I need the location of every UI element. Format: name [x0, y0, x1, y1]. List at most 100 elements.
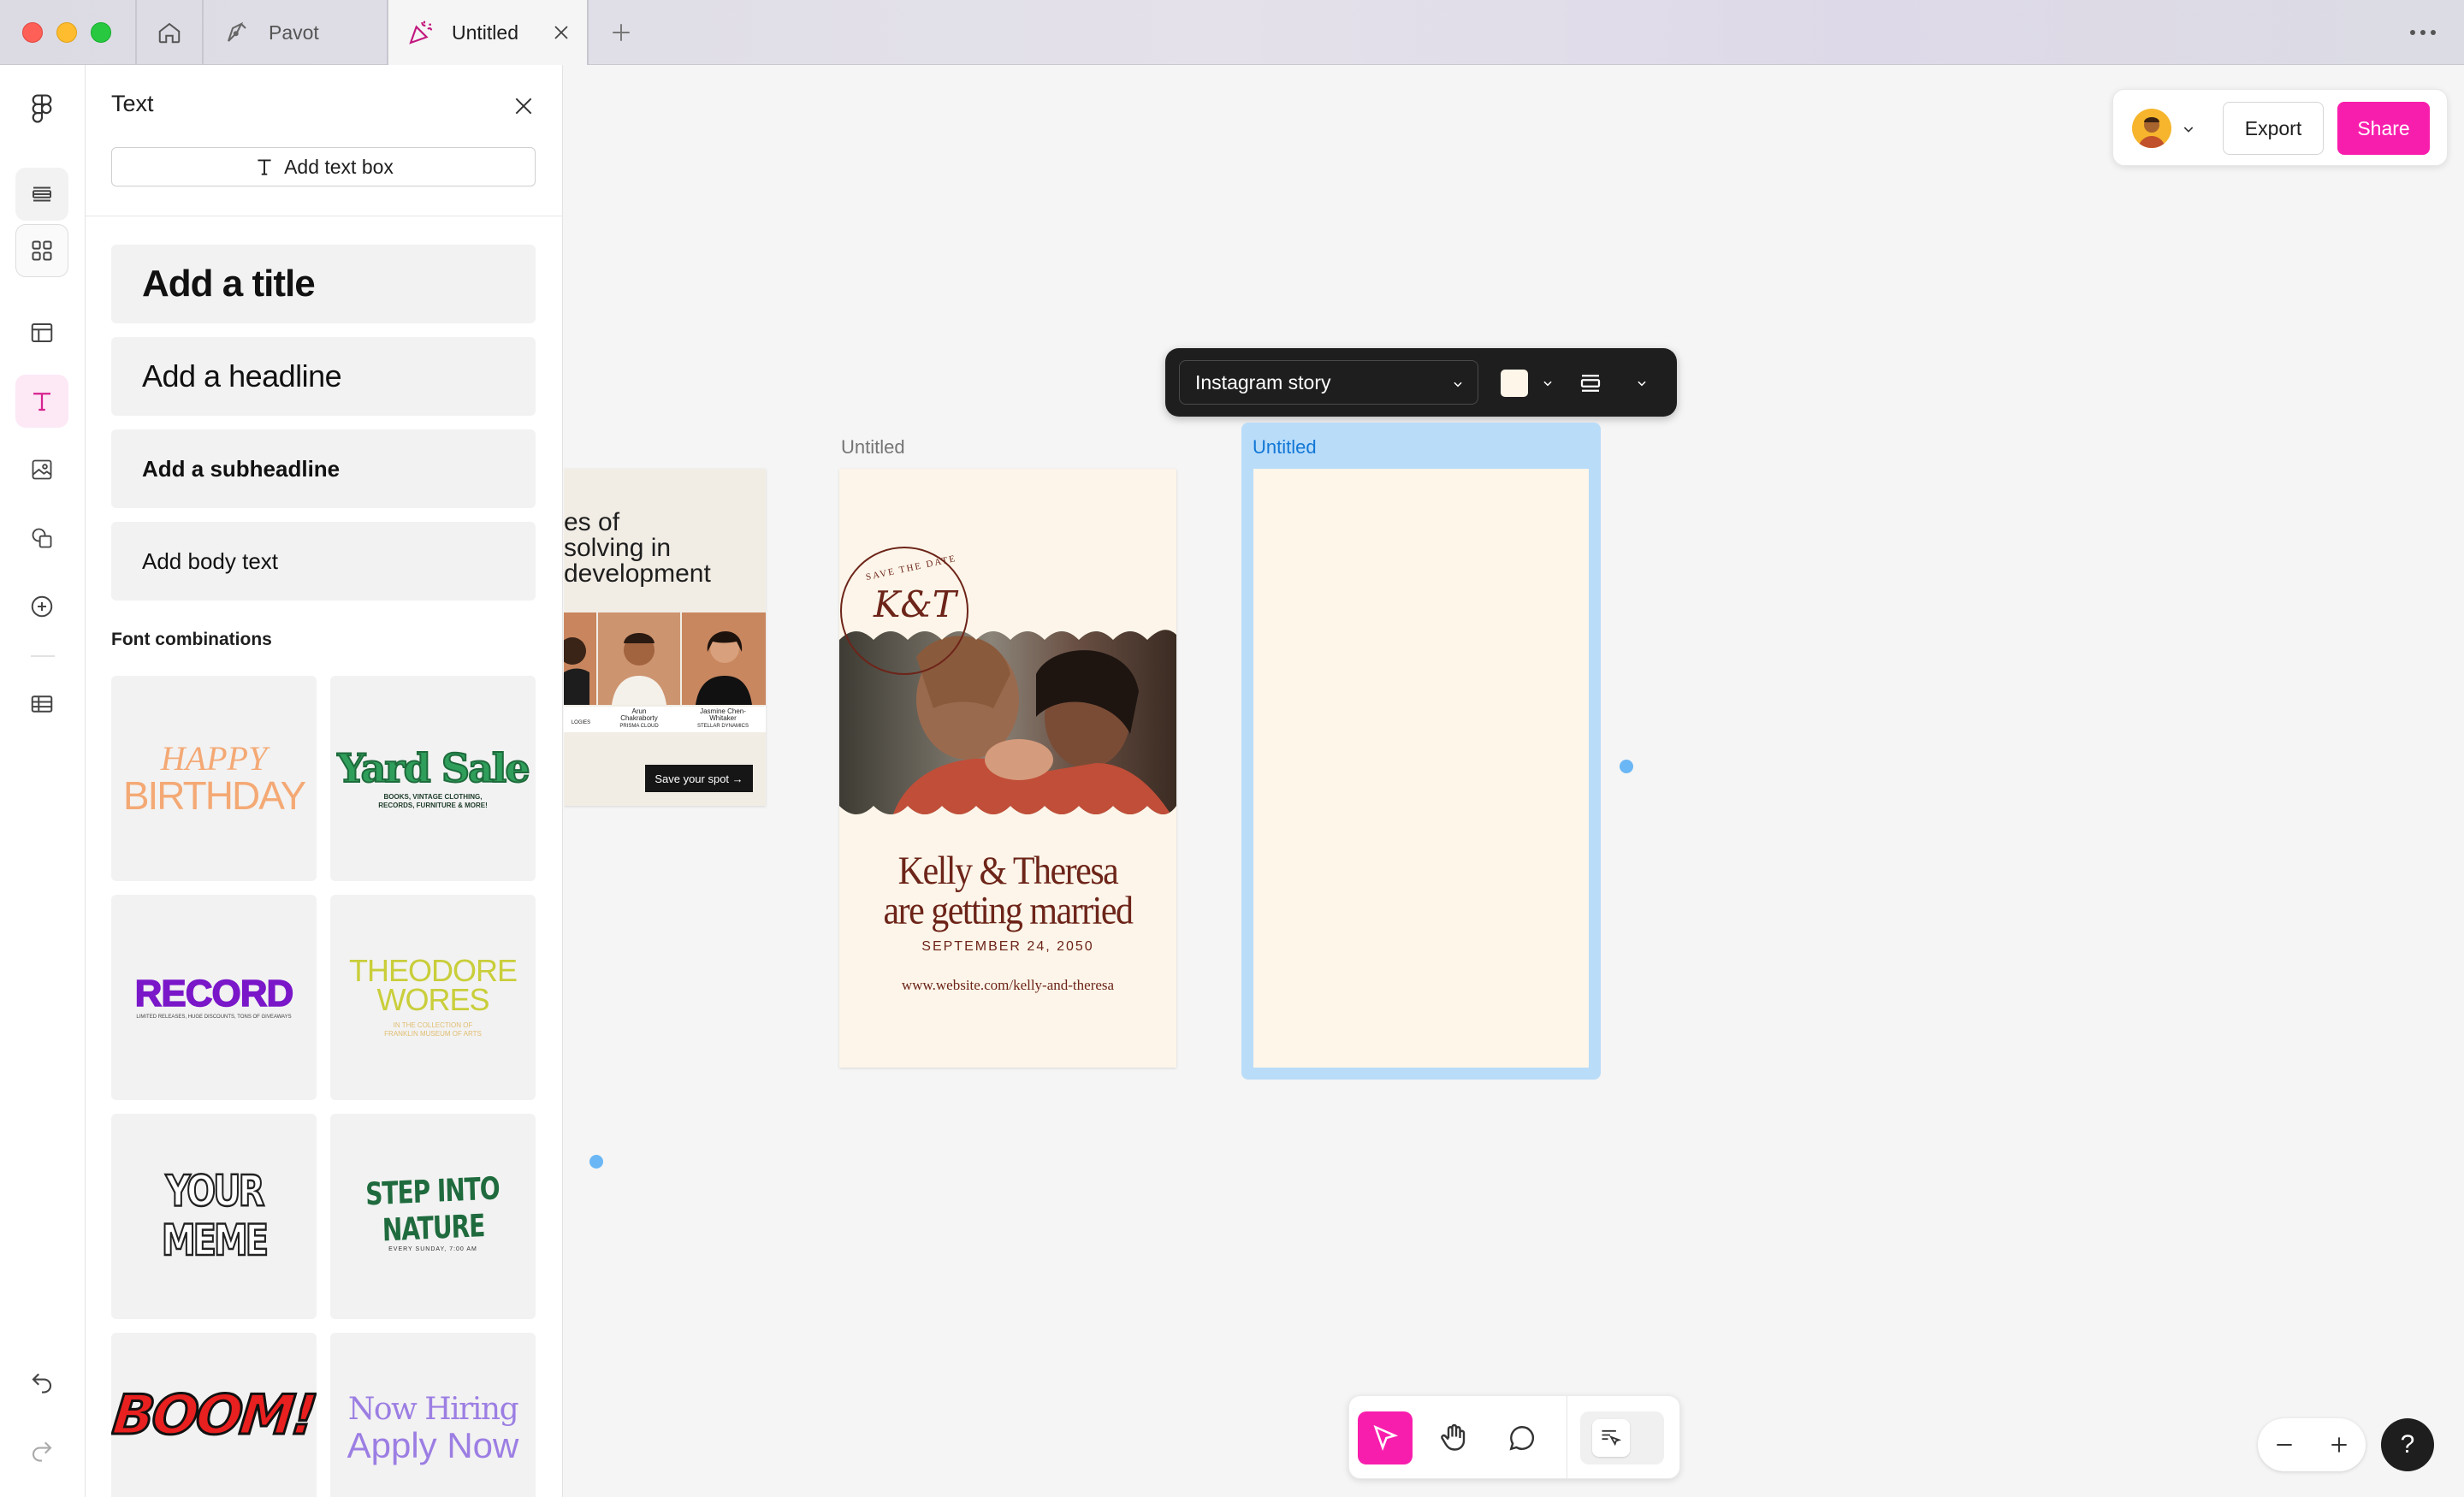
comment-tool-icon: [1509, 1426, 1535, 1451]
combo-text: WORES: [376, 982, 489, 1017]
close-window-button[interactable]: [22, 22, 43, 43]
minimize-window-button[interactable]: [56, 22, 77, 43]
event-heading: es of solving in development: [564, 510, 711, 587]
home-tab[interactable]: [137, 0, 202, 65]
tab-label: Untitled: [452, 21, 518, 44]
combo-text: Apply Now: [346, 1425, 519, 1465]
more-menu-button[interactable]: [2402, 0, 2443, 65]
redo-icon: [33, 1441, 52, 1462]
party-popper-icon: [409, 21, 433, 44]
font-combo-birthday[interactable]: HAPPY BIRTHDAY: [111, 676, 317, 881]
font-combo-yard-sale[interactable]: Yard Sale BOOKS, VINTAGE CLOTHING, RECOR…: [330, 676, 536, 881]
maximize-window-button[interactable]: [91, 22, 111, 43]
text-icon: [33, 393, 50, 411]
font-combo-meme[interactable]: YOUR MEME: [111, 1114, 317, 1319]
move-tool-button[interactable]: [1358, 1411, 1413, 1464]
rail-image-button[interactable]: [15, 443, 68, 496]
frame-preset-value: Instagram story: [1195, 370, 1331, 393]
font-combo-boom[interactable]: BOOM!: [111, 1333, 317, 1497]
text-icon: [258, 159, 271, 175]
avatar[interactable]: [2132, 109, 2171, 148]
frame-preset-select[interactable]: Instagram story: [1179, 360, 1478, 405]
chevron-down-icon[interactable]: [1542, 377, 1554, 389]
save-spot-button[interactable]: Save your spot →: [645, 765, 753, 792]
home-icon: [158, 22, 181, 44]
templates-icon: [31, 323, 53, 342]
left-toolbar: [0, 65, 86, 1497]
close-panel-button[interactable]: [508, 91, 539, 121]
add-body-text-preset[interactable]: Add body text: [111, 522, 536, 601]
hand-tool-icon: [1441, 1423, 1466, 1451]
design-canvas[interactable]: Export Share Instagram story es of solvi…: [564, 65, 2464, 1497]
zoom-in-button[interactable]: [2319, 1425, 2359, 1464]
move-tool-icon: [1373, 1424, 1399, 1452]
frame-label[interactable]: Untitled: [841, 436, 905, 459]
actions-tool-thumb: [1592, 1419, 1630, 1457]
wedding-frame[interactable]: SAVE THE DATE K&T Kelly & Theresa are ge…: [839, 469, 1176, 1068]
chevron-down-icon: [1454, 382, 1462, 388]
rail-shapes-button[interactable]: [15, 512, 68, 565]
main-menu-button[interactable]: [15, 82, 68, 135]
add-text-box-button[interactable]: Add text box: [111, 147, 536, 186]
event-heading-line: development: [564, 559, 711, 588]
person-photo-icon: [682, 612, 766, 705]
text-panel: Text Add text box Add a title Add a head…: [86, 65, 563, 1497]
add-subheadline-preset[interactable]: Add a subheadline: [111, 429, 536, 508]
hand-tool-button[interactable]: [1426, 1411, 1481, 1464]
tab-untitled[interactable]: Untitled: [388, 0, 587, 65]
zoom-out-button[interactable]: [2265, 1425, 2304, 1464]
window-titlebar: Pavot Untitled: [0, 0, 2464, 65]
rail-text-button[interactable]: [15, 375, 68, 428]
frame-label[interactable]: Untitled: [1253, 436, 1317, 459]
rail-plugins-button[interactable]: [15, 580, 68, 633]
speaker-photos: [564, 612, 766, 705]
tab-label: Pavot: [269, 21, 319, 44]
tab-pavot[interactable]: Pavot: [204, 0, 387, 65]
help-button[interactable]: ?: [2381, 1418, 2434, 1471]
speaker-photo: [598, 612, 680, 705]
frame-resize-handle[interactable]: [589, 1155, 603, 1169]
actions-tool-button[interactable]: [1580, 1411, 1664, 1464]
combo-text: YOUR MEME: [161, 1166, 270, 1267]
add-text-box-label: Add text box: [284, 155, 394, 178]
fill-color-swatch[interactable]: [1501, 370, 1528, 397]
speaker-captions: LOGIES Arun Chakraborty PRISMA CLOUD Jas…: [564, 707, 766, 732]
monogram: K&T: [874, 583, 957, 625]
font-combo-theodore[interactable]: THEODORE WORES IN THE COLLECTION OF FRAN…: [330, 895, 536, 1100]
wedding-date: SEPTEMBER 24, 2050: [921, 939, 1094, 954]
share-button[interactable]: Share: [2337, 102, 2430, 155]
close-icon: [515, 98, 532, 115]
font-combo-hiring[interactable]: Now Hiring Apply Now: [330, 1333, 536, 1497]
rail-divider: [31, 655, 55, 657]
chevron-down-icon[interactable]: [1636, 377, 1648, 389]
speaker-role: PRISMA CLOUD: [619, 724, 659, 729]
add-title-preset[interactable]: Add a title: [111, 245, 536, 323]
plus-icon: [613, 24, 630, 41]
frame-resize-handle[interactable]: [1620, 760, 1633, 773]
export-button[interactable]: Export: [2223, 102, 2324, 155]
redo-button[interactable]: [15, 1423, 68, 1476]
undo-button[interactable]: [15, 1355, 68, 1408]
rail-assets-button[interactable]: [15, 224, 68, 277]
layout-align-icon[interactable]: [1578, 370, 1603, 396]
comment-tool-button[interactable]: [1495, 1411, 1549, 1464]
combo-text: Now Hiring: [347, 1392, 519, 1427]
font-combo-record[interactable]: RECORD LIMITED RELEASES, HUGE DISCOUNTS,…: [111, 895, 317, 1100]
new-tab-button[interactable]: [604, 0, 638, 65]
font-combo-nature[interactable]: STEP INTO NATURE EVERY SUNDAY, 7:00 AM: [330, 1114, 536, 1319]
chevron-down-icon[interactable]: [2182, 122, 2195, 136]
empty-story-frame[interactable]: [1253, 469, 1589, 1068]
combo-text: IN THE COLLECTION OF: [393, 1021, 473, 1029]
speaker-caption: Jasmine Chen-Whitaker STELLAR DYNAMICS: [680, 707, 766, 732]
rail-table-button[interactable]: [15, 677, 68, 731]
speaker-caption: Arun Chakraborty PRISMA CLOUD: [598, 707, 680, 732]
rail-layers-button[interactable]: [15, 168, 68, 221]
add-headline-preset[interactable]: Add a headline: [111, 337, 536, 416]
combo-text: STEP INTO NATURE: [364, 1169, 500, 1249]
close-tab-icon[interactable]: [551, 22, 572, 43]
speaker-name: Jasmine Chen-Whitaker: [700, 707, 746, 722]
event-frame[interactable]: es of solving in development LOGIES Arun…: [564, 469, 766, 806]
rail-templates-button[interactable]: [15, 306, 68, 359]
table-icon: [31, 695, 53, 713]
panel-title: Text: [111, 91, 154, 116]
